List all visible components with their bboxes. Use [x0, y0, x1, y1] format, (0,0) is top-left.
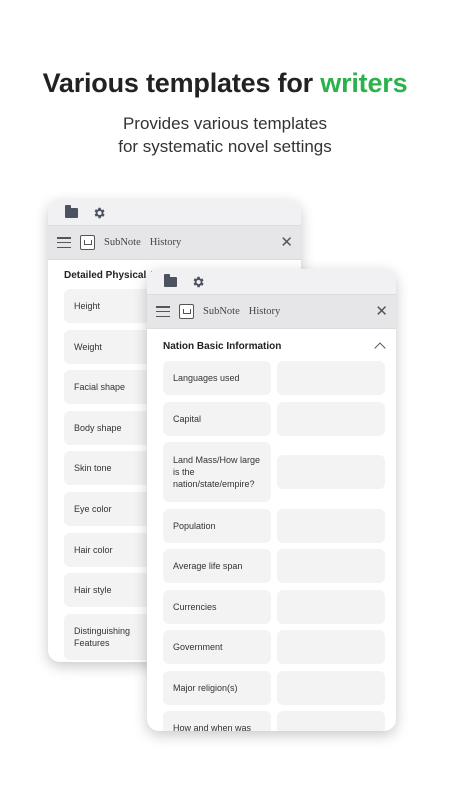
- field-row: Major religion(s): [163, 670, 386, 705]
- menu-icon[interactable]: [156, 306, 170, 317]
- field-input[interactable]: [277, 361, 385, 395]
- field-input[interactable]: [277, 455, 385, 489]
- tab-history[interactable]: History: [249, 306, 281, 317]
- tab-subnote[interactable]: SubNote: [104, 237, 141, 248]
- tab-subnote[interactable]: SubNote: [203, 306, 240, 317]
- field-input[interactable]: [277, 670, 385, 705]
- chevron-up-icon[interactable]: [374, 342, 386, 354]
- folder-icon[interactable]: [164, 273, 177, 287]
- field-input[interactable]: [277, 508, 385, 543]
- subline-line-1: Provides various templates: [122, 114, 328, 133]
- close-icon[interactable]: ✕: [375, 304, 388, 319]
- field-list: Languages used Capital Land Mass/How lar…: [163, 361, 386, 731]
- folder-icon[interactable]: [65, 204, 78, 218]
- subline-line-2: for systematic novel settings: [118, 137, 332, 156]
- front-toolbar: [147, 269, 396, 294]
- field-row: Capital: [163, 401, 386, 436]
- field-row: Average life span: [163, 549, 386, 583]
- field-label: Languages used: [163, 361, 271, 395]
- note-icon[interactable]: [80, 235, 95, 250]
- field-label: How and when was: [163, 711, 271, 731]
- headline-accent: writers: [320, 68, 408, 98]
- field-label: Major religion(s): [163, 670, 271, 705]
- tab-history[interactable]: History: [150, 237, 182, 248]
- field-label: Population: [163, 508, 271, 543]
- note-icon[interactable]: [179, 304, 194, 319]
- field-row: Land Mass/How large is the nation/state/…: [163, 442, 386, 502]
- back-tabbar: SubNote History ✕: [48, 225, 301, 260]
- gear-icon[interactable]: [191, 275, 205, 289]
- subline: Provides various templates for systemati…: [0, 112, 450, 158]
- section-title: Nation Basic Information: [163, 340, 282, 352]
- field-label: Government: [163, 630, 271, 664]
- field-label: Land Mass/How large is the nation/state/…: [163, 442, 271, 502]
- front-window: SubNote History ✕ Nation Basic Informati…: [147, 269, 396, 731]
- field-label: Currencies: [163, 589, 271, 624]
- menu-icon[interactable]: [57, 237, 71, 248]
- field-row: Languages used: [163, 361, 386, 395]
- field-row: How and when was: [163, 711, 386, 731]
- field-label: Capital: [163, 401, 271, 436]
- field-input[interactable]: [277, 549, 385, 583]
- front-tabbar: SubNote History ✕: [147, 294, 396, 329]
- field-row: Population: [163, 508, 386, 543]
- field-row: Currencies: [163, 589, 386, 624]
- field-row: Government: [163, 630, 386, 664]
- field-input[interactable]: [277, 401, 385, 436]
- headline: Various templates for writers: [0, 68, 450, 99]
- field-label: Average life span: [163, 549, 271, 583]
- headline-prefix: Various templates for: [42, 68, 321, 98]
- field-input[interactable]: [277, 630, 385, 664]
- close-icon[interactable]: ✕: [280, 235, 293, 250]
- field-input[interactable]: [277, 589, 385, 624]
- back-toolbar: [48, 200, 301, 225]
- field-input[interactable]: [277, 711, 385, 731]
- gear-icon[interactable]: [92, 206, 106, 220]
